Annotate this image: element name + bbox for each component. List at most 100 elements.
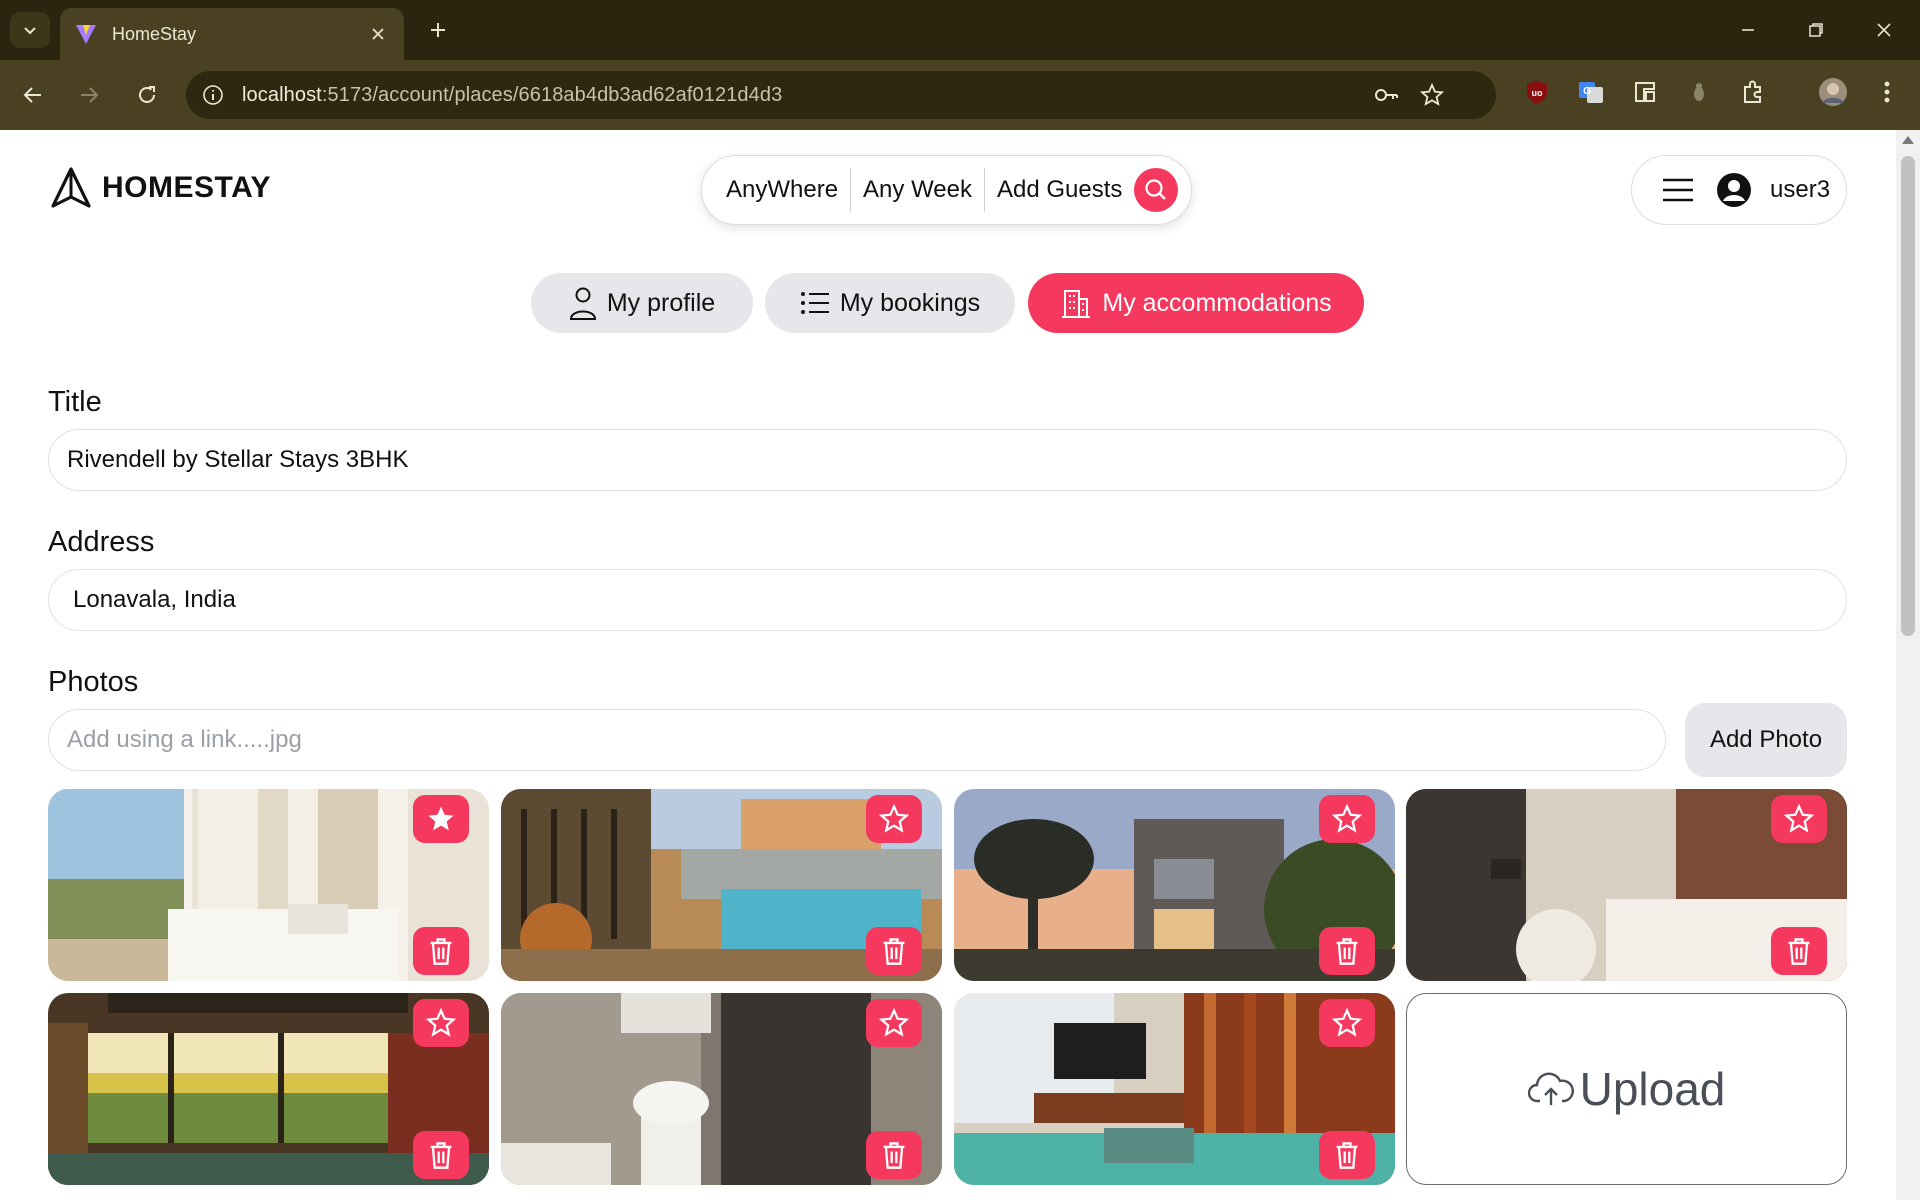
trash-icon [1788, 938, 1810, 965]
delete-photo-button[interactable] [866, 1131, 922, 1179]
photo-tile [48, 789, 489, 981]
profile-avatar-icon[interactable] [1818, 77, 1848, 107]
upload-button[interactable]: Upload [1406, 993, 1847, 1185]
search-add-guests[interactable]: Add Guests [997, 176, 1122, 204]
search-anywhere[interactable]: AnyWhere [726, 176, 838, 204]
photos-label: Photos [48, 666, 139, 698]
trash-icon [1336, 1142, 1358, 1169]
search-bar[interactable]: AnyWhere Any Week Add Guests [701, 155, 1192, 225]
minimize-button[interactable] [1728, 10, 1768, 50]
star-outline-icon [1332, 1008, 1362, 1037]
extension-icon[interactable] [1684, 77, 1714, 107]
title-input[interactable]: Rivendell by Stellar Stays 3BHK [48, 429, 1847, 491]
password-key-icon[interactable] [1372, 81, 1400, 109]
scroll-up-arrow-icon[interactable] [1902, 136, 1914, 144]
tab-my-profile[interactable]: My profile [531, 273, 753, 333]
browser-toolbar: localhost:5173/account/places/6618ab4db3… [0, 60, 1920, 130]
username: user3 [1770, 176, 1831, 203]
search-icon [1145, 179, 1167, 200]
arrow-right-icon [81, 87, 99, 103]
address-label: Address [48, 526, 155, 558]
user-avatar-icon [1717, 173, 1751, 207]
photo-tile [501, 789, 942, 981]
set-main-photo-button[interactable] [413, 999, 469, 1047]
set-main-photo-button[interactable] [866, 795, 922, 843]
url-text: localhost:5173/account/places/6618ab4db3… [242, 83, 783, 106]
browser-menu-icon[interactable] [1872, 77, 1902, 107]
bookmark-star-icon[interactable] [1418, 81, 1446, 109]
forward-button[interactable] [70, 76, 108, 114]
user-icon [569, 287, 596, 320]
photo-tile [501, 993, 942, 1185]
page-scrollbar[interactable] [1896, 130, 1920, 1200]
plus-icon [431, 23, 445, 37]
title-label: Title [48, 386, 102, 418]
delete-photo-button[interactable] [413, 1131, 469, 1179]
building-icon [1062, 290, 1091, 318]
tab-title: HomeStay [112, 23, 197, 44]
set-main-photo-button[interactable] [1771, 795, 1827, 843]
star-outline-icon [879, 1008, 909, 1037]
ublock-extension-icon[interactable]: uo [1522, 77, 1552, 107]
svg-text:uo: uo [1532, 88, 1543, 98]
vite-favicon-icon [76, 25, 96, 44]
tab-my-bookings[interactable]: My bookings [765, 273, 1015, 333]
page-content: HOMESTAY AnyWhere Any Week Add Guests us… [0, 130, 1896, 1200]
site-info-icon[interactable] [198, 80, 228, 110]
star-outline-icon [426, 1008, 456, 1037]
trash-icon [883, 938, 905, 965]
restore-button[interactable] [1796, 10, 1836, 50]
scroll-thumb[interactable] [1901, 156, 1915, 636]
screen-extension-icon[interactable] [1630, 77, 1660, 107]
browser-tab[interactable]: HomeStay [60, 8, 404, 60]
set-main-photo-button[interactable] [1319, 999, 1375, 1047]
set-main-photo-button[interactable] [1319, 795, 1375, 843]
tab-my-accommodations[interactable]: My accommodations [1028, 273, 1364, 333]
add-photo-button[interactable]: Add Photo [1685, 703, 1847, 777]
search-divider [983, 168, 985, 212]
reload-icon [139, 86, 155, 103]
trash-icon [883, 1142, 905, 1169]
delete-photo-button[interactable] [866, 927, 922, 975]
chevron-down-icon [24, 27, 36, 35]
close-window-button[interactable] [1864, 10, 1904, 50]
arrow-left-icon [23, 87, 41, 103]
tab-my-bookings-label: My bookings [839, 288, 981, 317]
search-button[interactable] [1134, 168, 1179, 212]
browser-tab-strip: HomeStay [0, 0, 1920, 60]
delete-photo-button[interactable] [1319, 1131, 1375, 1179]
star-filled-icon [428, 806, 454, 831]
reload-button[interactable] [128, 76, 166, 114]
photo-tile [954, 993, 1395, 1185]
tab-my-profile-label: My profile [606, 288, 716, 317]
logo-text: HOMESTAY [102, 171, 272, 204]
close-tab-icon[interactable] [366, 22, 390, 46]
tab-my-accommodations-label: My accommodations [1102, 288, 1332, 317]
back-button[interactable] [14, 76, 52, 114]
trash-icon [430, 938, 452, 965]
set-main-photo-button[interactable] [866, 999, 922, 1047]
set-main-photo-button[interactable] [413, 795, 469, 843]
new-tab-button[interactable] [422, 14, 454, 46]
search-any-week[interactable]: Any Week [863, 176, 972, 204]
photo-link-input[interactable]: Add using a link.....jpg [48, 709, 1666, 771]
upload-label: Upload [1579, 1063, 1726, 1115]
delete-photo-button[interactable] [1771, 927, 1827, 975]
tab-search-button[interactable] [10, 12, 50, 48]
puzzle-extensions-icon[interactable] [1738, 77, 1768, 107]
address-bar[interactable]: localhost:5173/account/places/6618ab4db3… [186, 71, 1496, 119]
close-icon [1877, 23, 1891, 37]
delete-photo-button[interactable] [413, 927, 469, 975]
logo-icon [51, 167, 91, 208]
user-menu[interactable]: user3 [1631, 155, 1847, 225]
logo[interactable]: HOMESTAY [50, 166, 271, 210]
delete-photo-button[interactable] [1319, 927, 1375, 975]
trash-icon [430, 1142, 452, 1169]
translate-extension-icon[interactable]: G [1576, 77, 1606, 107]
star-outline-icon [1332, 804, 1362, 833]
cloud-upload-icon [1527, 1072, 1574, 1105]
hamburger-icon [1663, 178, 1693, 202]
list-icon [800, 292, 829, 314]
address-input[interactable]: Lonavala, India [48, 569, 1847, 631]
star-outline-icon [879, 804, 909, 833]
